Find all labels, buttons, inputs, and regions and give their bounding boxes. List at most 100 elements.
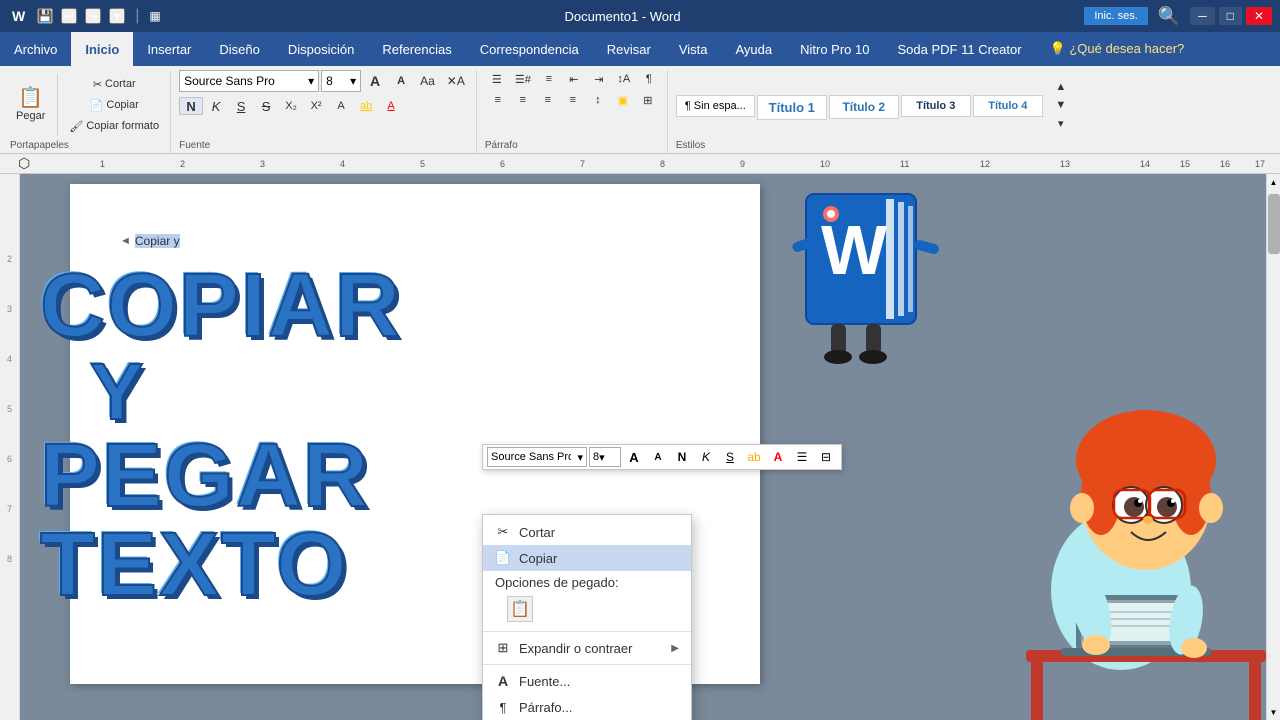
underline-button[interactable]: S <box>229 97 253 115</box>
clear-format-button[interactable]: ✕A <box>442 72 470 90</box>
align-right-button[interactable]: ≡ <box>536 91 560 109</box>
copy-button[interactable]: 📄 Copiar <box>64 96 164 115</box>
main-area: 2 3 4 5 6 7 8 COPIAR Y PEGAR TEXTO ◄ Cop… <box>0 174 1280 720</box>
ctx-copiar[interactable]: 📄 Copiar <box>483 545 691 571</box>
ribbon-display-options-icon[interactable]: ▦ <box>149 9 160 23</box>
tab-archivo[interactable]: Archivo <box>0 32 71 66</box>
tab-referencias[interactable]: Referencias <box>368 32 465 66</box>
italic-button[interactable]: K <box>204 97 228 115</box>
ruler-num-4: 4 <box>340 159 345 169</box>
numbering-button[interactable]: ☰# <box>510 70 536 88</box>
estilos-content: ¶ Sin espa... Título 1 Título 2 Título 3… <box>676 70 1073 140</box>
borders-button[interactable]: ⊞ <box>636 91 660 109</box>
style-heading4-btn[interactable]: Título 4 <box>973 95 1043 117</box>
text-effect-button[interactable]: A <box>329 97 353 115</box>
mini-indent-button[interactable]: ⊟ <box>815 447 837 467</box>
superscript-button[interactable]: X² <box>304 97 328 115</box>
scrollbar-thumb[interactable] <box>1268 194 1280 254</box>
document-content: ◄ Copiar y <box>70 184 760 264</box>
cartoon-character <box>946 300 1266 720</box>
quick-more-button[interactable]: ▾ <box>109 8 125 24</box>
increase-indent-button[interactable]: ⇥ <box>587 70 611 88</box>
font-grow-button[interactable]: A <box>363 72 387 90</box>
font-size-dropdown[interactable]: 8 ▾ <box>321 70 361 92</box>
mini-underline-button[interactable]: S <box>719 447 741 467</box>
minimize-button[interactable]: ─ <box>1190 7 1215 25</box>
styles-scroll-down[interactable]: ▼ <box>1049 96 1073 114</box>
sort-button[interactable]: ↕A <box>612 70 636 88</box>
search-icon[interactable]: 🔍 <box>1152 6 1186 27</box>
mini-grow-button[interactable]: A <box>623 447 645 467</box>
scrollbar-down-button[interactable]: ▼ <box>1267 704 1280 720</box>
tab-nitro[interactable]: Nitro Pro 10 <box>786 32 883 66</box>
tab-inicio[interactable]: Inicio <box>71 32 133 66</box>
line-spacing-button[interactable]: ↕ <box>586 91 610 109</box>
mini-italic-button[interactable]: K <box>695 447 717 467</box>
inic-ses-button[interactable]: Inic. ses. <box>1084 7 1147 25</box>
scrollbar-vertical[interactable]: ▲ ▼ <box>1266 174 1280 720</box>
portapapeles-content: 📋 Pegar ✂ Cortar 📄 Copiar 🖌 Copiar forma… <box>10 70 164 140</box>
font-shrink-button[interactable]: A <box>389 72 413 90</box>
document-area[interactable]: COPIAR Y PEGAR TEXTO ◄ Copiar y <box>20 174 1266 720</box>
mini-bold-button[interactable]: N <box>671 447 693 467</box>
multilevel-button[interactable]: ≡ <box>537 70 561 88</box>
align-center-button[interactable]: ≡ <box>511 91 535 109</box>
ctx-paste-keep-source[interactable]: 📋 <box>507 596 533 622</box>
quick-undo-button[interactable]: ↩ <box>61 8 77 24</box>
close-button[interactable]: ✕ <box>1246 7 1272 25</box>
mini-shrink-button[interactable]: A <box>647 447 669 467</box>
style-normal-btn[interactable]: ¶ Sin espa... <box>676 95 755 117</box>
subscript-button[interactable]: X₂ <box>279 97 303 115</box>
text-highlight-button[interactable]: ab <box>354 97 378 115</box>
quick-redo-button[interactable]: ↪ <box>85 8 101 24</box>
styles-scroll-up[interactable]: ▲ <box>1049 78 1073 96</box>
mini-bullets-button[interactable]: ☰ <box>791 447 813 467</box>
change-case-button[interactable]: Aa <box>415 72 440 90</box>
shading-button[interactable]: ▣ <box>611 91 635 109</box>
font-name-dropdown[interactable]: Source Sans Pro ▾ <box>179 70 319 92</box>
tab-ayuda[interactable]: Ayuda <box>721 32 786 66</box>
mini-color-button[interactable]: A <box>767 447 789 467</box>
parrafo-row2: ≡ ≡ ≡ ≡ ↕ ▣ ⊞ <box>486 91 660 109</box>
ctx-fuente[interactable]: A Fuente... <box>483 668 691 694</box>
tab-correspondencia[interactable]: Correspondencia <box>466 32 593 66</box>
sidebar-num-6: 6 <box>7 454 12 464</box>
show-formatting-button[interactable]: ¶ <box>637 70 661 88</box>
style-heading3-btn[interactable]: Título 3 <box>901 95 971 117</box>
parrafo-row1: ☰ ☰# ≡ ⇤ ⇥ ↕A ¶ <box>485 70 661 88</box>
bullets-button[interactable]: ☰ <box>485 70 509 88</box>
paste-button[interactable]: 📋 Pegar <box>10 74 51 136</box>
justify-button[interactable]: ≡ <box>561 91 585 109</box>
ruler-num-6: 6 <box>500 159 505 169</box>
cut-button[interactable]: ✂ Cortar <box>64 75 164 94</box>
copy-icon: 📄 <box>90 99 104 112</box>
ctx-paste-header: Opciones de pegado: <box>495 575 679 590</box>
decrease-indent-button[interactable]: ⇤ <box>562 70 586 88</box>
ctx-cortar[interactable]: ✂ Cortar <box>483 519 691 545</box>
tab-insertar[interactable]: Insertar <box>133 32 205 66</box>
mini-highlight-button[interactable]: ab <box>743 447 765 467</box>
mini-font-dropdown[interactable]: Source Sans Pro ▾ <box>487 447 587 467</box>
format-button[interactable]: 🖌 Copiar formato <box>64 117 164 136</box>
tab-qdesea[interactable]: 💡 ¿Qué desea hacer? <box>1036 32 1199 66</box>
maximize-button[interactable]: □ <box>1219 7 1242 25</box>
quick-save-button[interactable]: 💾 <box>37 8 53 24</box>
tab-diseno[interactable]: Diseño <box>205 32 273 66</box>
style-heading1-btn[interactable]: Título 1 <box>757 95 827 120</box>
scrollbar-up-button[interactable]: ▲ <box>1267 174 1280 190</box>
strikethrough-button[interactable]: S <box>254 97 278 115</box>
tab-revisar[interactable]: Revisar <box>593 32 665 66</box>
tab-disposicion[interactable]: Disposición <box>274 32 368 66</box>
ctx-expandir[interactable]: ⊞ Expandir o contraer ▶ <box>483 635 691 661</box>
child-cartoon-svg <box>946 300 1266 720</box>
tab-soda[interactable]: Soda PDF 11 Creator <box>884 32 1036 66</box>
styles-more[interactable]: ▾ <box>1049 114 1073 132</box>
align-left-button[interactable]: ≡ <box>486 91 510 109</box>
ribbon-tabs: Archivo Inicio Insertar Diseño Disposici… <box>0 32 1280 66</box>
style-heading2-btn[interactable]: Título 2 <box>829 95 899 119</box>
tab-vista[interactable]: Vista <box>665 32 722 66</box>
font-color-button[interactable]: A <box>379 97 403 115</box>
bold-button[interactable]: N <box>179 97 203 115</box>
ctx-parrafo[interactable]: ¶ Párrafo... <box>483 694 691 720</box>
mini-size-dropdown[interactable]: 8 ▾ <box>589 447 621 467</box>
